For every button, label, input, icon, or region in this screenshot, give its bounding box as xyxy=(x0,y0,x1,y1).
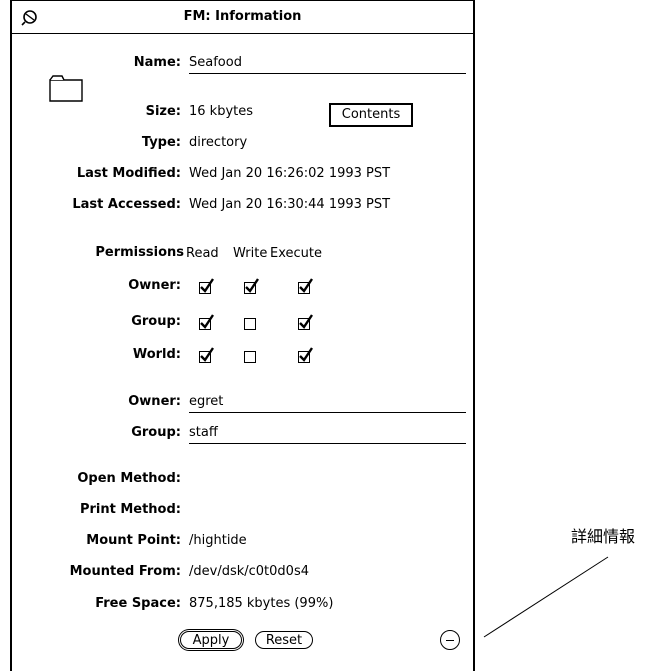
check-icon xyxy=(200,278,214,293)
check-icon xyxy=(245,278,259,293)
free-space-value: 875,185 kbytes (99%) xyxy=(189,596,334,611)
check-icon xyxy=(200,347,214,362)
perm-row-owner: Owner: xyxy=(128,278,181,293)
perm-col-write: Write xyxy=(233,246,268,261)
more-details-icon[interactable] xyxy=(440,630,460,650)
accessed-value: Wed Jan 20 16:30:44 1993 PST xyxy=(189,197,391,212)
perm-col-execute: Execute xyxy=(270,246,322,261)
perm-col-read: Read xyxy=(186,246,219,261)
window-title: FM: Information xyxy=(183,9,302,24)
checkbox-world-write[interactable] xyxy=(244,351,256,363)
owner-label: Owner: xyxy=(128,394,181,409)
checkbox-world-execute[interactable] xyxy=(298,347,313,363)
perm-row-group: Group: xyxy=(131,314,181,329)
open-method-label: Open Method: xyxy=(77,471,181,486)
size-value: 16 kbytes xyxy=(189,104,254,119)
owner-field[interactable]: egret xyxy=(189,394,466,413)
size-label: Size: xyxy=(145,104,181,119)
group-label: Group: xyxy=(131,425,181,440)
info-window: FM: Information Name: Seafood Size: 16 k… xyxy=(10,0,475,671)
modified-value: Wed Jan 20 16:26:02 1993 PST xyxy=(189,166,391,181)
apply-button[interactable]: Apply xyxy=(180,631,242,649)
checkbox-world-read[interactable] xyxy=(199,347,214,363)
mount-point-value: /hightide xyxy=(189,533,247,548)
permissions-label: Permissions xyxy=(95,245,184,260)
title-bar[interactable]: FM: Information xyxy=(12,0,473,34)
mounted-from-value: /dev/dsk/c0t0d0s4 xyxy=(189,564,309,579)
type-label: Type: xyxy=(141,135,181,150)
checkbox-owner-write[interactable] xyxy=(244,278,259,294)
accessed-label: Last Accessed: xyxy=(72,197,181,212)
free-space-label: Free Space: xyxy=(95,596,181,611)
reset-button[interactable]: Reset xyxy=(255,631,313,649)
check-icon xyxy=(299,347,313,362)
group-field[interactable]: staff xyxy=(189,425,466,444)
check-icon xyxy=(299,278,313,293)
folder-icon xyxy=(49,75,83,102)
check-icon xyxy=(200,314,214,329)
checkbox-group-execute[interactable] xyxy=(298,314,313,330)
check-icon xyxy=(299,314,313,329)
mounted-from-label: Mounted From: xyxy=(69,564,181,579)
checkbox-owner-execute[interactable] xyxy=(298,278,313,294)
type-value: directory xyxy=(189,135,248,150)
checkbox-owner-read[interactable] xyxy=(199,278,214,294)
name-label: Name: xyxy=(133,55,181,70)
callout-leader-line xyxy=(483,556,609,638)
name-field[interactable]: Seafood xyxy=(189,55,466,74)
callout-label: 詳細情報 xyxy=(571,527,636,546)
modified-label: Last Modified: xyxy=(76,166,181,181)
checkbox-group-write[interactable] xyxy=(244,318,256,330)
contents-button[interactable]: Contents xyxy=(329,103,413,127)
mount-point-label: Mount Point: xyxy=(86,533,181,548)
print-method-label: Print Method: xyxy=(79,502,181,517)
checkbox-group-read[interactable] xyxy=(199,314,214,330)
perm-row-world: World: xyxy=(132,347,181,362)
